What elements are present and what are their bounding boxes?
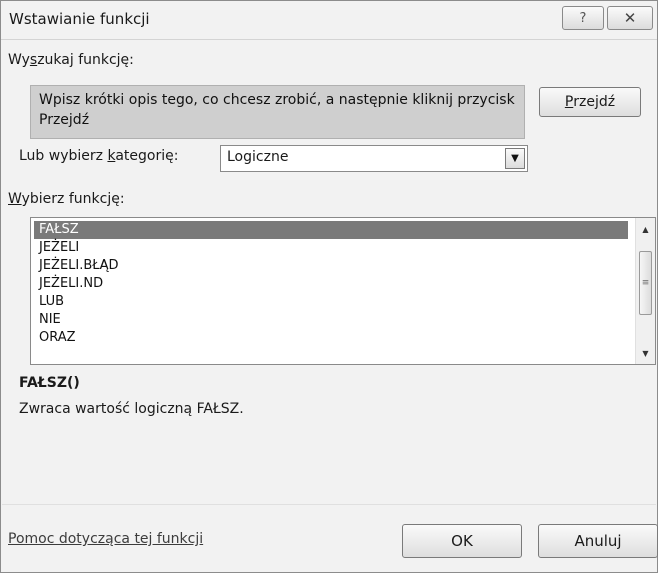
function-list-item[interactable]: FAŁSZ <box>34 221 628 239</box>
ok-button[interactable]: OK <box>402 524 522 558</box>
search-label: Wyszukaj funkcję: <box>8 52 134 68</box>
question-icon: ? <box>579 10 587 26</box>
search-input[interactable]: Wpisz krótki opis tego, co chcesz zrobić… <box>30 85 525 139</box>
function-list-items: FAŁSZ JEŻELI JEŻELI.BŁĄD JEŻELI.ND LUB NIE ORA… <box>34 221 628 347</box>
function-signature: FAŁSZ() <box>19 375 80 391</box>
vertical-scrollbar[interactable]: ▲ ≡ ▼ <box>635 218 655 364</box>
search-input-text: Wpisz krótki opis tego, co chcesz zrobić… <box>39 92 515 128</box>
function-help-link[interactable]: Pomoc dotycząca tej funkcji <box>8 531 203 547</box>
cancel-button[interactable]: Anuluj <box>538 524 658 558</box>
footer-divider <box>2 504 656 505</box>
function-list-item[interactable]: NIE <box>34 311 628 329</box>
category-select[interactable]: Logiczne ▼ <box>220 145 528 172</box>
function-list-item[interactable]: ORAZ <box>34 329 628 347</box>
dropdown-arrow-icon[interactable]: ▼ <box>505 148 525 169</box>
function-list-label: Wybierz funkcję: <box>8 191 125 207</box>
close-icon: ✕ <box>623 9 637 27</box>
insert-function-dialog: Wstawianie funkcji ? ✕ Wyszukaj funkcję:… <box>0 0 658 573</box>
go-button[interactable]: Przejdź <box>539 87 641 117</box>
function-description: Zwraca wartość logiczną FAŁSZ. <box>19 401 244 417</box>
close-button[interactable]: ✕ <box>607 6 653 30</box>
function-list-item[interactable]: JEŻELI.BŁĄD <box>34 257 628 275</box>
function-list-item[interactable]: JEŻELI <box>34 239 628 257</box>
scroll-thumb[interactable]: ≡ <box>639 251 652 315</box>
dialog-title: Wstawianie funkcji <box>9 10 150 28</box>
category-select-value: Logiczne <box>227 149 289 165</box>
category-label: Lub wybierz kategorię: <box>19 148 179 164</box>
scroll-down-icon[interactable]: ▼ <box>636 344 655 362</box>
function-list-item[interactable]: LUB <box>34 293 628 311</box>
function-list[interactable]: FAŁSZ JEŻELI JEŻELI.BŁĄD JEŻELI.ND LUB NIE ORA… <box>30 217 656 365</box>
scroll-up-icon[interactable]: ▲ <box>636 220 655 238</box>
help-button[interactable]: ? <box>562 6 604 30</box>
function-list-item[interactable]: JEŻELI.ND <box>34 275 628 293</box>
title-bar: Wstawianie funkcji ? ✕ <box>1 1 657 40</box>
